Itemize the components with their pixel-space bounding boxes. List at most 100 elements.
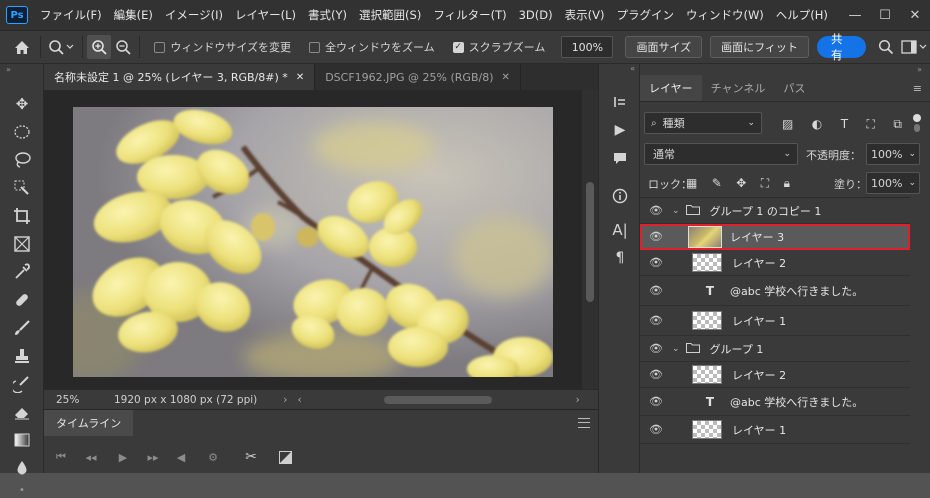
filter-pixel-icon[interactable]: ▨ bbox=[782, 117, 793, 131]
menu-type[interactable]: 書式(Y) bbox=[302, 7, 353, 23]
expand-chevron-icon[interactable]: ⌄ bbox=[672, 344, 680, 354]
tab-paths[interactable]: パス bbox=[774, 75, 814, 101]
panel-menu-icon[interactable] bbox=[578, 418, 590, 428]
scroll-left-icon[interactable]: ‹ bbox=[297, 394, 301, 406]
menu-select[interactable]: 選択範囲(S) bbox=[353, 7, 427, 23]
share-button[interactable]: 共有 bbox=[816, 32, 867, 62]
scissors-icon[interactable]: ✂ bbox=[240, 446, 262, 468]
tab-channels[interactable]: チャンネル bbox=[702, 75, 775, 101]
horizontal-scroll-thumb[interactable] bbox=[383, 395, 492, 404]
filter-shape-icon[interactable]: ⛶ bbox=[867, 117, 875, 132]
layer-row-group[interactable]: 👁︎ ⌄ グループ 1 bbox=[640, 336, 910, 362]
filter-adjustment-icon[interactable]: ◐ bbox=[812, 117, 822, 131]
tab-dscf1962[interactable]: DSCF1962.JPG @ 25% (RGB/8) ✕ bbox=[315, 64, 521, 90]
tab-layers[interactable]: レイヤー bbox=[640, 75, 702, 101]
zoom-in-icon[interactable] bbox=[87, 35, 112, 59]
move-tool-icon[interactable]: ✥ bbox=[0, 90, 44, 118]
expand-chevron-icon[interactable]: ⌄ bbox=[672, 206, 680, 216]
menu-filter[interactable]: フィルター(T) bbox=[427, 7, 512, 23]
menu-3d[interactable]: 3D(D) bbox=[513, 8, 559, 22]
zoom-tool-preset-icon[interactable] bbox=[45, 35, 78, 59]
lock-artboard-icon[interactable]: ⛶ bbox=[761, 176, 769, 191]
crop-tool-icon[interactable] bbox=[0, 202, 44, 230]
zoom-all-windows-checkbox[interactable]: 全ウィンドウをズーム bbox=[309, 39, 435, 55]
tab-untitled-document[interactable]: 名称未設定 1 @ 25% (レイヤー 3, RGB/8#) * ✕ bbox=[44, 64, 316, 90]
close-tab-icon[interactable]: ✕ bbox=[296, 72, 304, 83]
workspace-switcher-icon[interactable] bbox=[898, 35, 930, 59]
previous-frame-icon[interactable]: ◂◂ bbox=[80, 446, 102, 468]
object-selection-tool-icon[interactable] bbox=[0, 174, 44, 202]
home-icon[interactable] bbox=[8, 35, 36, 59]
menu-help[interactable]: ヘルプ(H) bbox=[770, 7, 834, 23]
history-panel-icon[interactable] bbox=[599, 88, 641, 116]
transition-icon[interactable] bbox=[274, 446, 296, 468]
tab-timeline[interactable]: タイムライン bbox=[44, 410, 134, 436]
menu-image[interactable]: イメージ(I) bbox=[159, 7, 229, 23]
search-icon[interactable] bbox=[874, 35, 898, 59]
paragraph-panel-icon[interactable]: ¶ bbox=[599, 244, 641, 272]
layer-row-text[interactable]: 👁︎ T @abc 学校へ行きました。 bbox=[640, 388, 910, 416]
layer-row-group[interactable]: 👁︎ ⌄ グループ 1 のコピー 1 bbox=[640, 198, 910, 224]
fill-screen-button[interactable]: 画面にフィット bbox=[710, 36, 809, 58]
lock-image-icon[interactable]: ✎ bbox=[712, 176, 722, 190]
visibility-eye-icon[interactable]: 👁︎ bbox=[640, 314, 672, 327]
menu-edit[interactable]: 編集(E) bbox=[108, 7, 159, 23]
maximize-icon[interactable]: ☐ bbox=[870, 0, 900, 30]
zoom-level[interactable]: 25% bbox=[56, 394, 100, 406]
menu-view[interactable]: 表示(V) bbox=[559, 7, 611, 23]
visibility-eye-icon[interactable]: 👁︎ bbox=[640, 230, 672, 243]
filter-smart-object-icon[interactable]: ⧉ bbox=[893, 117, 902, 132]
visibility-eye-icon[interactable]: 👁︎ bbox=[640, 368, 672, 381]
close-tab-icon[interactable]: ✕ bbox=[502, 72, 510, 83]
zoom-percent-field[interactable]: 100% bbox=[561, 36, 614, 58]
layer-row-text[interactable]: 👁︎ T @abc 学校へ行きました。 bbox=[640, 276, 910, 306]
layer-row-selected[interactable]: 👁︎ レイヤー 3 bbox=[640, 224, 910, 250]
more-tools-icon[interactable]: • bbox=[0, 482, 44, 498]
lock-all-icon[interactable]: 🔒︎ bbox=[784, 176, 790, 191]
blend-mode-select[interactable]: 通常 ⌄ bbox=[644, 143, 798, 165]
layer-row[interactable]: 👁︎ レイヤー 1 bbox=[640, 306, 910, 336]
visibility-eye-icon[interactable]: 👁︎ bbox=[640, 284, 672, 297]
panel-menu-icon[interactable]: ≡ bbox=[913, 75, 922, 101]
scroll-right-icon[interactable]: › bbox=[576, 394, 580, 406]
vertical-scrollbar[interactable] bbox=[582, 90, 598, 389]
menu-plugins[interactable]: プラグイン bbox=[610, 7, 680, 23]
comments-icon[interactable] bbox=[599, 144, 641, 172]
audio-icon[interactable]: ◀ bbox=[170, 446, 192, 468]
settings-gear-icon[interactable]: ⚙ bbox=[202, 446, 224, 468]
resize-windows-checkbox[interactable]: ウィンドウサイズを変更 bbox=[154, 39, 291, 55]
first-frame-icon[interactable]: ⏮ bbox=[50, 446, 72, 468]
visibility-eye-icon[interactable]: 👁︎ bbox=[640, 204, 672, 217]
filter-toggle[interactable] bbox=[910, 114, 924, 134]
canvas-photo[interactable] bbox=[73, 107, 553, 377]
scroll-thumb[interactable] bbox=[586, 182, 594, 302]
lasso-tool-icon[interactable] bbox=[0, 146, 44, 174]
lock-position-icon[interactable]: ✥ bbox=[736, 176, 746, 190]
visibility-eye-icon[interactable]: 👁︎ bbox=[640, 342, 672, 355]
next-frame-icon[interactable]: ▸▸ bbox=[142, 446, 164, 468]
layer-row[interactable]: 👁︎ レイヤー 1 bbox=[640, 416, 910, 444]
status-arrow-icon[interactable]: › bbox=[283, 394, 287, 406]
history-brush-tool-icon[interactable] bbox=[0, 370, 44, 398]
blur-tool-icon[interactable] bbox=[0, 454, 44, 482]
frame-tool-icon[interactable] bbox=[0, 230, 44, 258]
layers-scrollbar[interactable] bbox=[910, 196, 930, 446]
brush-tool-icon[interactable] bbox=[0, 314, 44, 342]
layer-row[interactable]: 👁︎ レイヤー 2 bbox=[640, 250, 910, 276]
clone-stamp-tool-icon[interactable] bbox=[0, 342, 44, 370]
layer-filter-select[interactable]: ⌕ 種類 ⌄ bbox=[644, 112, 762, 134]
marquee-tool-icon[interactable] bbox=[0, 118, 44, 146]
opacity-field[interactable]: 100% ⌄ bbox=[866, 143, 920, 165]
menu-window[interactable]: ウィンドウ(W) bbox=[680, 7, 770, 23]
actions-play-icon[interactable]: ▶ bbox=[599, 116, 641, 144]
gradient-tool-icon[interactable] bbox=[0, 426, 44, 454]
visibility-eye-icon[interactable]: 👁︎ bbox=[640, 395, 672, 408]
collapse-icon[interactable]: » bbox=[0, 64, 43, 76]
fit-screen-button[interactable]: 画面サイズ bbox=[625, 36, 703, 58]
filter-type-icon[interactable]: T bbox=[841, 117, 848, 131]
menu-layer[interactable]: レイヤー(L) bbox=[229, 7, 302, 23]
menu-file[interactable]: ファイル(F) bbox=[34, 7, 108, 23]
lock-transparent-icon[interactable]: ▦ bbox=[686, 176, 697, 190]
scrubby-zoom-checkbox[interactable]: ✓ スクラブズーム bbox=[452, 39, 545, 55]
zoom-out-icon[interactable] bbox=[111, 35, 135, 59]
